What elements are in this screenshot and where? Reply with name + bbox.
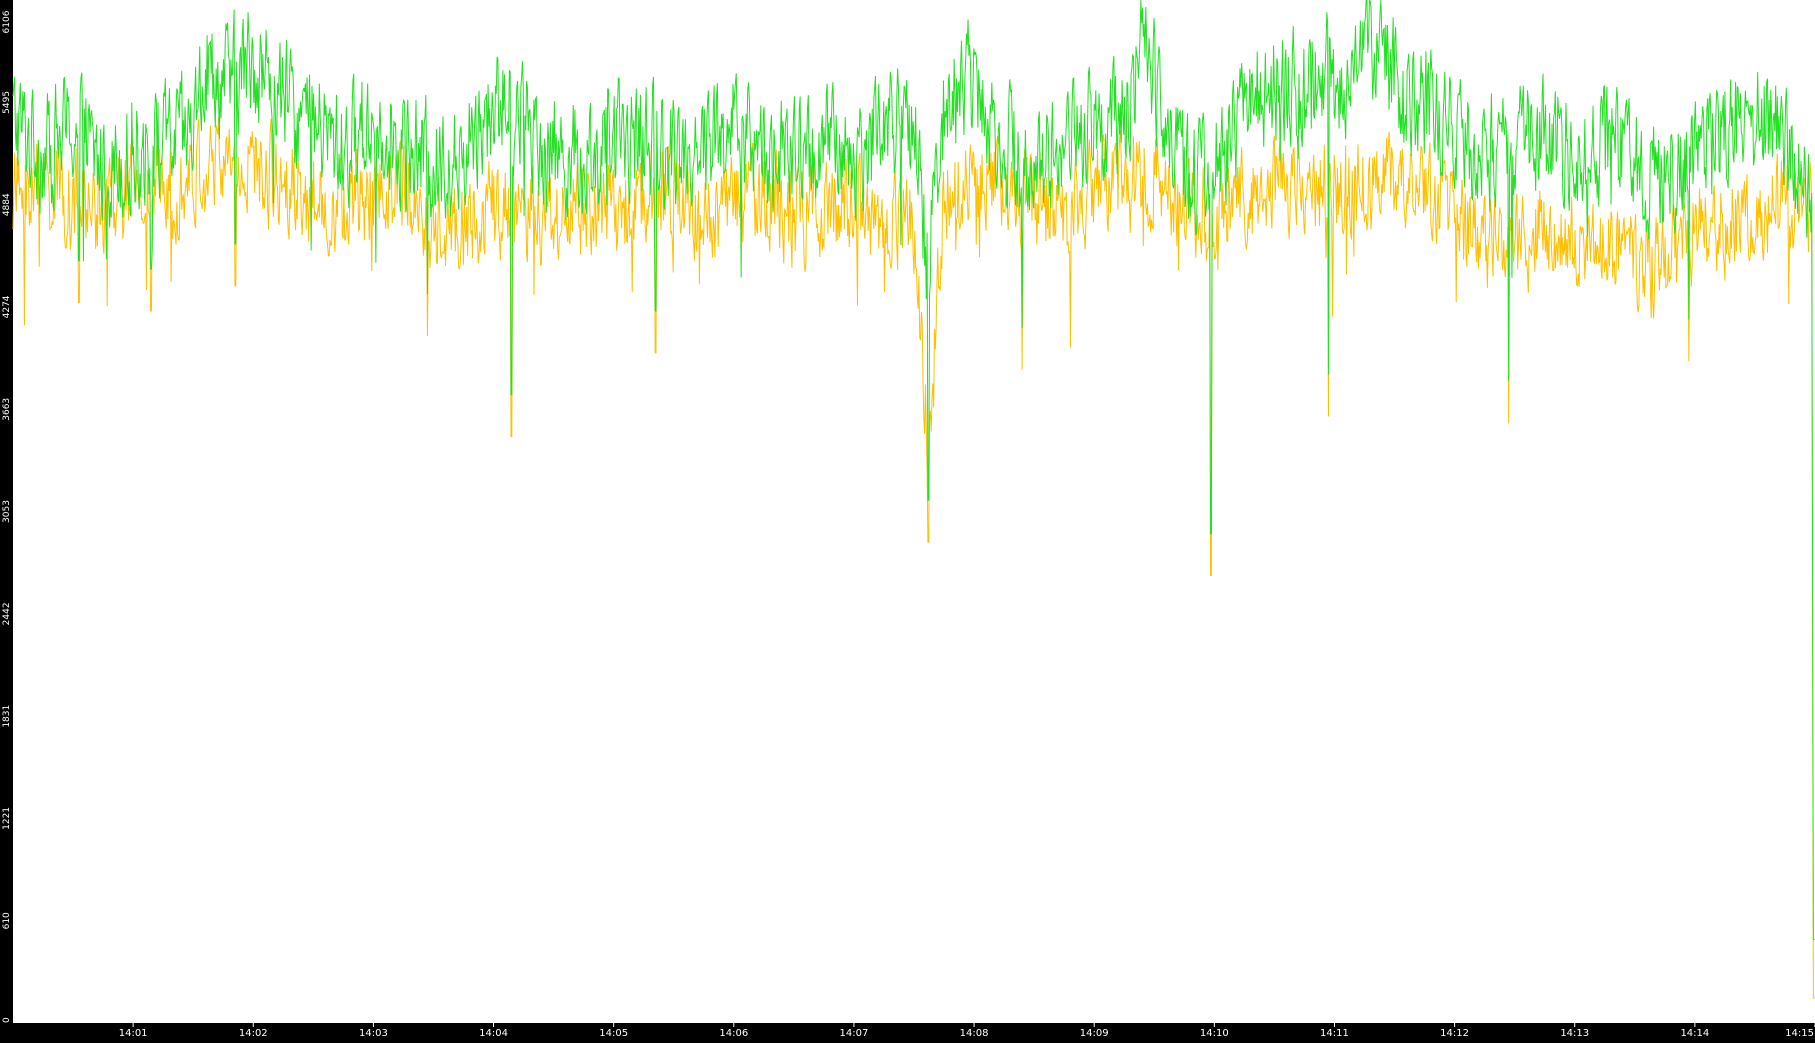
x-tick-label: 14:06 [719, 1028, 748, 1039]
y-tick-label: 610 [2, 912, 12, 929]
x-tick-label: 14:02 [239, 1028, 268, 1039]
y-tick-label: 4884 [2, 193, 12, 216]
x-tick-label: 14:13 [1560, 1028, 1589, 1039]
x-tick-label: 14:01 [119, 1028, 148, 1039]
y-tick-label: 2442 [2, 602, 12, 625]
x-tick-label: 14:11 [1320, 1028, 1349, 1039]
line-chart: 0 610 1221 1831 2442 3053 3663 4274 4884 5495 6106… [0, 0, 1815, 1039]
x-tick-label: 14:12 [1440, 1028, 1469, 1039]
x-tick-label: 14:15 [1785, 1028, 1814, 1039]
plot-background [13, 0, 1815, 1023]
x-tick-label: 14:14 [1680, 1028, 1709, 1039]
y-tick-label: 4274 [2, 295, 12, 318]
y-tick-label: 1221 [2, 807, 12, 830]
y-tick-label: 0 [2, 1017, 12, 1023]
y-axis: 0 610 1221 1831 2442 3053 3663 4274 4884 5495 6106 [2, 10, 12, 1023]
chart-svg: 0 610 1221 1831 2442 3053 3663 4274 4884 5495 6106… [2, 0, 1815, 1039]
x-tick-label: 14:03 [359, 1028, 388, 1039]
y-tick-label: 6106 [2, 10, 12, 33]
x-tick-label: 14:04 [479, 1028, 508, 1039]
x-tick-label: 14:07 [840, 1028, 869, 1039]
x-axis: 14:01 14:02 14:03 14:04 14:05 14:06 14:07 14:08… [119, 1023, 1815, 1039]
y-tick-label: 1831 [2, 705, 12, 728]
x-tick-label: 14:10 [1200, 1028, 1229, 1039]
x-tick-label: 14:09 [1080, 1028, 1109, 1039]
x-tick-label: 14:05 [599, 1028, 628, 1039]
y-tick-label: 3663 [2, 398, 12, 421]
y-tick-label: 5495 [2, 91, 12, 114]
x-tick-label: 14:08 [960, 1028, 989, 1039]
y-tick-label: 3053 [2, 500, 12, 523]
